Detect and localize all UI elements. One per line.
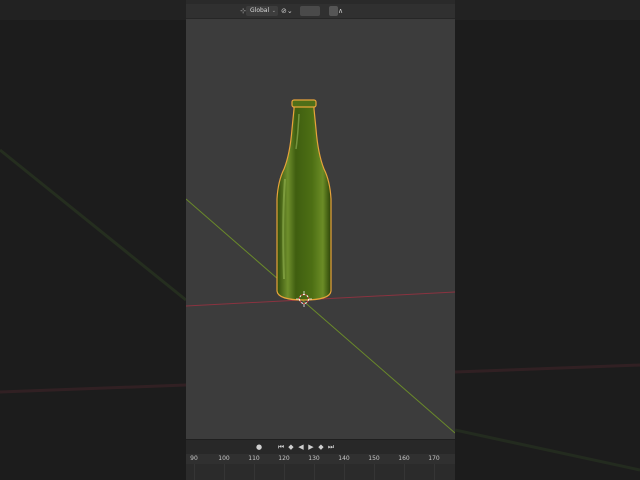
proportional-falloff-icon[interactable]: ∧ — [338, 6, 350, 16]
prev-keyframe-icon[interactable]: ◆ — [286, 442, 296, 452]
frame-tick: 120 — [278, 455, 290, 462]
viewport-header: ⊹ Global ⌄ ⊘⌄ ∧ — [186, 4, 455, 19]
grid-line — [404, 464, 405, 480]
frame-tick: 110 — [248, 455, 260, 462]
playback-controls: ● ⏮ ◆ ◀ ▶ ◆ ⏭ — [186, 442, 455, 452]
grid-line — [224, 464, 225, 480]
grid-line — [254, 464, 255, 480]
record-icon[interactable]: ● — [254, 442, 264, 452]
proportional-edit-toggle[interactable] — [329, 6, 338, 16]
frame-tick: 90 — [190, 455, 198, 462]
grid-line — [374, 464, 375, 480]
timeline-panel: ● ⏮ ◆ ◀ ▶ ◆ ⏭ 90 100 110 120 130 140 150… — [186, 439, 455, 480]
grid-line — [344, 464, 345, 480]
blurred-background-right — [455, 0, 640, 480]
timeline-grid[interactable] — [186, 464, 455, 480]
frame-tick: 130 — [308, 455, 320, 462]
frame-tick: 160 — [398, 455, 410, 462]
magnet-icon[interactable]: ⊘⌄ — [281, 6, 295, 16]
transform-orientation-dropdown[interactable]: Global ⌄ — [246, 6, 278, 16]
jump-start-icon[interactable]: ⏮ — [276, 442, 286, 452]
next-keyframe-icon[interactable]: ◆ — [316, 442, 326, 452]
grid-line — [284, 464, 285, 480]
frame-tick: 100 — [218, 455, 230, 462]
blender-window: ⊹ Global ⌄ ⊘⌄ ∧ ● ⏮ ◆ ◀ ▶ ◆ ⏭ 90 100 110… — [186, 0, 455, 480]
grid-line — [194, 464, 195, 480]
play-reverse-icon[interactable]: ◀ — [296, 442, 306, 452]
chevron-down-icon: ⌄ — [271, 8, 276, 14]
3d-viewport[interactable] — [186, 19, 455, 439]
blurred-background-left — [0, 0, 186, 480]
frame-ruler[interactable]: 90 100 110 120 130 140 150 160 170 — [186, 454, 455, 464]
frame-tick: 170 — [428, 455, 440, 462]
play-icon[interactable]: ▶ — [306, 442, 316, 452]
jump-end-icon[interactable]: ⏭ — [326, 442, 336, 452]
frame-tick: 150 — [368, 455, 380, 462]
frame-tick: 140 — [338, 455, 350, 462]
grid-line — [434, 464, 435, 480]
snap-target-dropdown[interactable] — [300, 6, 320, 16]
orientation-label: Global — [250, 7, 270, 14]
grid-line — [314, 464, 315, 480]
